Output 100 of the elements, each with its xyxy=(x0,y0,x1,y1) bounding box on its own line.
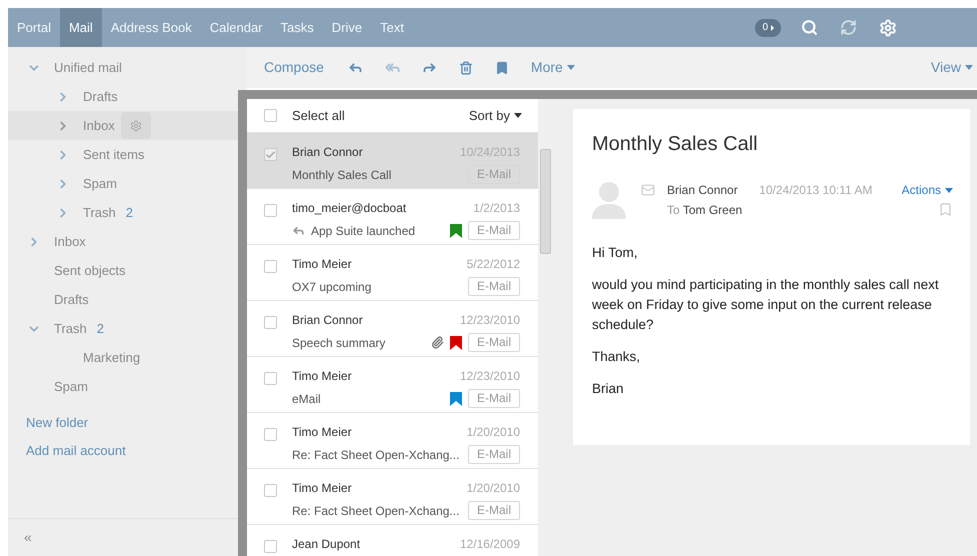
checkbox[interactable] xyxy=(264,428,277,441)
sender-name: Brian Connor xyxy=(292,144,363,161)
folder-item[interactable]: Inbox xyxy=(8,227,247,256)
unread-count: 2 xyxy=(96,320,104,338)
collapse-button[interactable]: « xyxy=(24,527,32,548)
folder-item[interactable]: Marketing xyxy=(8,343,247,372)
sort-button[interactable]: Sort by xyxy=(468,106,522,126)
sender-name: Brian Connor xyxy=(292,312,363,329)
folder-item[interactable]: Unified mail xyxy=(8,53,247,82)
refresh-icon[interactable] xyxy=(840,19,857,36)
caret-icon xyxy=(566,65,575,70)
sender-name: Jean Dupont xyxy=(292,536,360,553)
check-icon xyxy=(265,148,276,160)
more-button[interactable]: More xyxy=(530,57,575,78)
recipient-name[interactable]: Tom Green xyxy=(682,203,742,217)
sidebar-link[interactable]: New folder xyxy=(26,413,88,432)
folder-label: Spam xyxy=(54,378,88,396)
sender-name: timo_meier@docboat xyxy=(292,200,406,217)
mail-subject: Re: Fact Sheet Open-Xchang... xyxy=(292,502,460,520)
nav-tab[interactable]: Calendar xyxy=(200,8,272,47)
bookmark-icon[interactable] xyxy=(938,202,953,217)
mail-date: 12/23/2010 xyxy=(460,368,520,385)
tag-label: E-Mail xyxy=(468,445,520,464)
bookmark-icon[interactable] xyxy=(494,60,509,74)
delete-icon[interactable] xyxy=(458,60,473,74)
folder-item[interactable]: Trash 2 xyxy=(8,314,247,343)
mail-date: 1/20/2010 xyxy=(466,480,520,497)
tag-label: E-Mail xyxy=(468,389,520,408)
message-paragraph: Brian xyxy=(592,380,625,398)
tag-label: E-Mail xyxy=(468,333,520,352)
checkbox[interactable] xyxy=(264,540,277,553)
paperclip-icon xyxy=(430,336,444,349)
message-paragraph: Hi Tom, xyxy=(592,244,639,262)
sender-name: Timo Meier xyxy=(292,480,352,497)
mail-date: 12/23/2010 xyxy=(460,312,520,329)
folder-label: Sent objects xyxy=(54,262,126,280)
checkbox[interactable] xyxy=(264,260,277,273)
message-subject: Monthly Sales Call xyxy=(592,132,759,157)
folder-item[interactable]: Trash 2 xyxy=(8,198,247,227)
caret-icon xyxy=(945,188,953,192)
folder-item[interactable]: Spam xyxy=(8,169,247,198)
folder-label: Marketing xyxy=(83,348,140,367)
nav-tab[interactable]: Mail xyxy=(60,8,102,47)
caret-icon xyxy=(514,113,522,118)
view-button[interactable]: View xyxy=(930,57,973,78)
tag-label: E-Mail xyxy=(468,221,520,240)
mail-date: 5/22/2012 xyxy=(466,256,520,273)
folder-label: Unified mail xyxy=(54,58,122,77)
folder-label: Trash xyxy=(54,320,87,338)
message-paragraph: Thanks, xyxy=(592,348,642,366)
actions-link[interactable]: Actions xyxy=(902,181,953,199)
notification-badge[interactable]: 0 xyxy=(755,18,781,36)
nav-tab[interactable]: Address Book xyxy=(102,8,201,47)
mail-subject: eMail xyxy=(292,390,321,408)
checkbox[interactable] xyxy=(264,484,277,497)
to-label: To xyxy=(667,203,680,217)
mail-subject: Re: Fact Sheet Open-Xchang... xyxy=(292,446,460,464)
tag-label: E-Mail xyxy=(468,165,520,184)
checkbox[interactable] xyxy=(264,109,277,122)
folder-label: Spam xyxy=(83,174,117,193)
sender-name: Timo Meier xyxy=(292,256,352,273)
nav-tab[interactable]: Text xyxy=(371,8,413,47)
search-icon[interactable] xyxy=(801,19,818,36)
folder-label: Inbox xyxy=(83,116,115,135)
scrollbar[interactable] xyxy=(538,99,553,556)
folder-label: Trash xyxy=(83,204,116,222)
select-all-label[interactable]: Select all xyxy=(292,106,345,126)
folder-item[interactable]: Sent items xyxy=(8,140,247,169)
folder-label: Drafts xyxy=(83,88,118,106)
folder-item[interactable]: Sent objects xyxy=(8,256,247,285)
nav-tab[interactable]: Drive xyxy=(322,8,372,47)
folder-item[interactable]: Drafts xyxy=(8,285,247,314)
sender-name[interactable]: Brian Connor xyxy=(667,181,742,199)
folder-label: Inbox xyxy=(54,232,86,251)
sender-name: Timo Meier xyxy=(292,368,352,385)
tag-label: E-Mail xyxy=(468,501,520,520)
nav-tab[interactable]: Tasks xyxy=(272,8,323,47)
message-paragraph: would you mind participating in the monthly sales call next week on Friday to give some input on the current release schedule? xyxy=(592,276,940,334)
folder-item[interactable]: Drafts xyxy=(8,82,247,111)
checkbox[interactable] xyxy=(264,316,277,329)
sidebar-link[interactable]: Add mail account xyxy=(26,440,126,460)
compose-button[interactable]: Compose xyxy=(264,57,324,78)
mail-date: 1/2/2013 xyxy=(473,200,520,217)
nav-tab[interactable]: Portal xyxy=(8,8,60,47)
reply-icon xyxy=(292,224,305,237)
mail-subject: Speech summary xyxy=(292,334,386,352)
caret-icon xyxy=(965,65,973,70)
mail-subject: Monthly Sales Call xyxy=(292,166,392,184)
checkbox[interactable] xyxy=(264,372,277,385)
tag-label: E-Mail xyxy=(468,277,520,296)
mail-subject: OX7 upcoming xyxy=(292,278,372,296)
settings-icon[interactable] xyxy=(879,18,897,36)
folder-item[interactable]: Spam xyxy=(8,372,247,401)
mail-subject: App Suite launched xyxy=(311,222,416,240)
mail-date: 1/20/2010 xyxy=(466,424,520,441)
checkbox[interactable] xyxy=(264,204,277,217)
message-date: 10/24/2013 10:11 AM xyxy=(759,182,872,199)
checkbox[interactable] xyxy=(264,148,277,161)
folder-label: Sent items xyxy=(83,146,144,164)
folder-settings-button[interactable] xyxy=(120,112,151,139)
